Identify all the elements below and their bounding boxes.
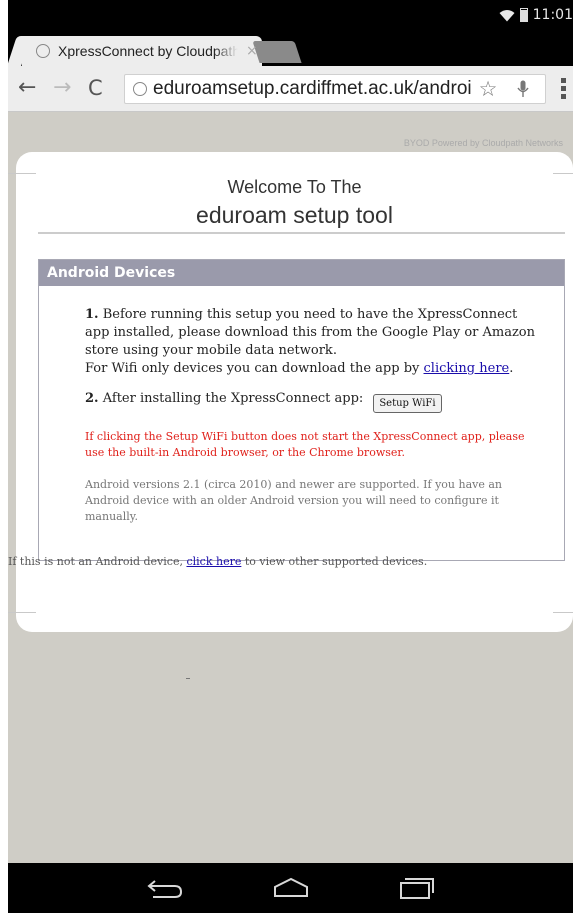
byod-credit: BYOD Powered by Cloudpath Networks	[403, 138, 563, 148]
status-icons: 11:01	[499, 7, 573, 23]
step-1-number: 1.	[85, 307, 99, 322]
step-2-label: 2. After installing the XpressConnect ap…	[85, 391, 363, 406]
url-text[interactable]: eduroamsetup.cardiffmet.ac.uk/android	[153, 78, 471, 100]
reload-icon[interactable]: C	[88, 76, 103, 100]
site-info-icon[interactable]	[133, 82, 147, 96]
page-artifact	[186, 678, 190, 679]
globe-icon	[36, 44, 50, 58]
microphone-icon[interactable]	[513, 80, 533, 98]
section-header: Android Devices	[39, 260, 564, 286]
welcome-heading: Welcome To The	[227, 177, 362, 197]
new-tab-button[interactable]	[252, 41, 302, 63]
device-screen: 11:01 XpressConnect by Cloudpath Network…	[8, 0, 573, 913]
title-divider	[38, 232, 565, 234]
step-1-wifi-text: For Wifi only devices you can download t…	[85, 361, 420, 376]
download-app-link[interactable]: clicking here	[424, 361, 510, 376]
status-time: 11:01	[532, 7, 573, 23]
browser-warning: If clicking the Setup WiFi button does n…	[85, 430, 525, 459]
android-devices-section: Android Devices 1. Before running this s…	[38, 259, 565, 561]
browser-toolbar: ← → C eduroamsetup.cardiffmet.ac.uk/andr…	[8, 66, 573, 112]
bookmark-star-icon[interactable]: ☆	[477, 77, 499, 101]
home-nav-icon[interactable]	[271, 876, 311, 900]
recents-nav-icon[interactable]	[396, 876, 436, 900]
section-body: 1. Before running this setup you need to…	[39, 286, 564, 525]
card-edge-line	[8, 173, 36, 174]
address-bar[interactable]: eduroamsetup.cardiffmet.ac.uk/android ☆	[124, 74, 546, 104]
step-2-text: After installing the XpressConnect app:	[102, 391, 364, 406]
other-devices-prefix: If this is not an Android device,	[8, 555, 183, 568]
battery-icon	[519, 8, 528, 22]
page-title: eduroam setup tool	[196, 202, 393, 228]
version-note: Android versions 2.1 (circa 2010) and ne…	[85, 478, 502, 523]
system-nav-bar	[8, 863, 573, 913]
tab-xpressconnect[interactable]: XpressConnect by Cloudpath Networks ×	[22, 36, 262, 66]
step-2: 2. After installing the XpressConnect ap…	[85, 391, 544, 413]
step-1: 1. Before running this setup you need to…	[85, 306, 544, 378]
other-devices-link[interactable]: click here	[186, 555, 241, 568]
other-devices-text: If this is not an Android device, click …	[8, 555, 427, 568]
step-1-suffix: .	[509, 361, 514, 376]
card-edge-line	[553, 173, 573, 174]
close-tab-icon[interactable]: ×	[246, 43, 258, 59]
card-edge-line	[8, 612, 36, 613]
step-1-text: Before running this setup you need to ha…	[85, 307, 536, 358]
back-nav-icon[interactable]	[145, 876, 185, 900]
overflow-menu-icon[interactable]	[561, 78, 567, 99]
tab-strip: XpressConnect by Cloudpath Networks ×	[8, 30, 573, 66]
setup-wifi-button[interactable]: Setup WiFi	[373, 394, 442, 413]
back-arrow-icon[interactable]: ←	[18, 76, 36, 100]
web-content: BYOD Powered by Cloudpath Networks Welco…	[8, 112, 573, 863]
card-edge-line	[553, 612, 573, 613]
wifi-icon	[499, 9, 515, 21]
other-devices-suffix: to view other supported devices.	[244, 555, 428, 568]
status-bar: 11:01	[8, 0, 573, 30]
forward-arrow-icon[interactable]: →	[53, 76, 71, 100]
tab-title: XpressConnect by Cloudpath Networks	[58, 43, 238, 59]
step-2-number: 2.	[85, 391, 99, 406]
